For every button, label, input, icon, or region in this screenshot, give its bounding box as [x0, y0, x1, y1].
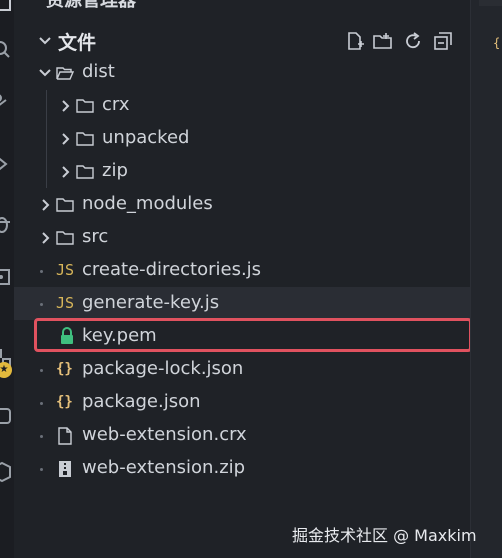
bullet-dot [40, 402, 43, 405]
tree-item-package-json[interactable]: {} package.json [14, 386, 470, 419]
tree-item-label: create-directories.js [82, 259, 262, 280]
folder-open-icon [56, 67, 74, 80]
run-debug-icon[interactable] [0, 152, 14, 176]
tree-item-label: package.json [82, 391, 201, 412]
tree-item-label: web-extension.crx [82, 424, 247, 445]
source-control-icon[interactable] [0, 92, 14, 116]
tree-item-label: package-lock.json [82, 358, 244, 379]
search-icon[interactable] [0, 38, 14, 62]
js-file-icon: JS [56, 261, 75, 279]
editor-panel-edge: { [470, 0, 502, 558]
tree-item-dist[interactable]: dist [14, 56, 470, 89]
folder-icon [76, 165, 94, 179]
remote-explorer-icon[interactable] [0, 266, 14, 290]
explorer-panel: 资源管理器 文件 dist crx unpacked zip node_modu [14, 0, 472, 558]
tree-item-label: zip [102, 160, 128, 181]
refresh-icon[interactable] [402, 30, 424, 52]
extensions-badge: ★ [0, 362, 12, 378]
editor-brace-glyph: { [493, 36, 501, 50]
tree-item-generate-key[interactable]: JS generate-key.js [14, 287, 470, 320]
folder-icon [76, 99, 94, 113]
folder-icon [76, 132, 94, 146]
tree-item-label: node_modules [82, 193, 213, 214]
folder-icon [56, 231, 74, 245]
tree-item-label: unpacked [102, 127, 190, 148]
files-section-header[interactable]: 文件 [14, 22, 470, 58]
bullet-dot [40, 369, 43, 372]
panel-title: 资源管理器 [46, 0, 136, 11]
js-file-icon: JS [56, 294, 75, 312]
tree-item-node-modules[interactable]: node_modules [14, 188, 470, 221]
bullet-dot [40, 435, 43, 438]
bullet-dot [40, 270, 43, 273]
watermark: 掘金技术社区 @ Maxkim [292, 526, 477, 545]
tree-item-package-lock[interactable]: {} package-lock.json [14, 353, 470, 386]
tree-item-label: src [82, 226, 109, 247]
folder-icon [56, 198, 74, 212]
tree-item-crx[interactable]: crx [14, 89, 470, 122]
chevron-right-icon [62, 166, 70, 178]
tree-item-web-extension-crx[interactable]: web-extension.crx [14, 419, 470, 452]
bullet-dot [40, 303, 43, 306]
editor-tab[interactable] [479, 0, 502, 6]
json-file-icon: {} [56, 361, 73, 377]
new-file-icon[interactable] [344, 30, 366, 52]
activity-bar: ★ [0, 0, 15, 558]
chevron-down-icon [39, 37, 51, 45]
container-icon[interactable] [0, 460, 14, 484]
chevron-right-icon [42, 199, 50, 211]
chevron-right-icon [62, 133, 70, 145]
testing-icon[interactable] [0, 404, 14, 428]
tree-item-label: web-extension.zip [82, 457, 246, 478]
chevron-down-icon [39, 69, 51, 77]
chevron-right-icon [62, 100, 70, 112]
tree-item-label: dist [82, 61, 115, 82]
highlight-box [34, 318, 472, 352]
zip-file-icon [59, 461, 71, 477]
tree-item-label: crx [102, 94, 130, 115]
tree-item-unpacked[interactable]: unpacked [14, 122, 470, 155]
file-icon [58, 427, 72, 445]
json-file-icon: {} [56, 394, 73, 410]
tree-item-label: generate-key.js [82, 292, 220, 313]
explorer-icon[interactable] [0, 0, 14, 24]
tree-item-create-directories[interactable]: JS create-directories.js [14, 254, 470, 287]
debug-icon[interactable] [0, 212, 14, 236]
tree-item-web-extension-zip[interactable]: web-extension.zip [14, 452, 470, 485]
section-title: 文件 [58, 32, 97, 54]
collapse-all-icon[interactable] [432, 30, 454, 52]
new-folder-icon[interactable] [372, 30, 394, 52]
chevron-right-icon [42, 232, 50, 244]
tree-item-src[interactable]: src [14, 221, 470, 254]
tree-item-zip[interactable]: zip [14, 155, 470, 188]
bullet-dot [40, 468, 43, 471]
